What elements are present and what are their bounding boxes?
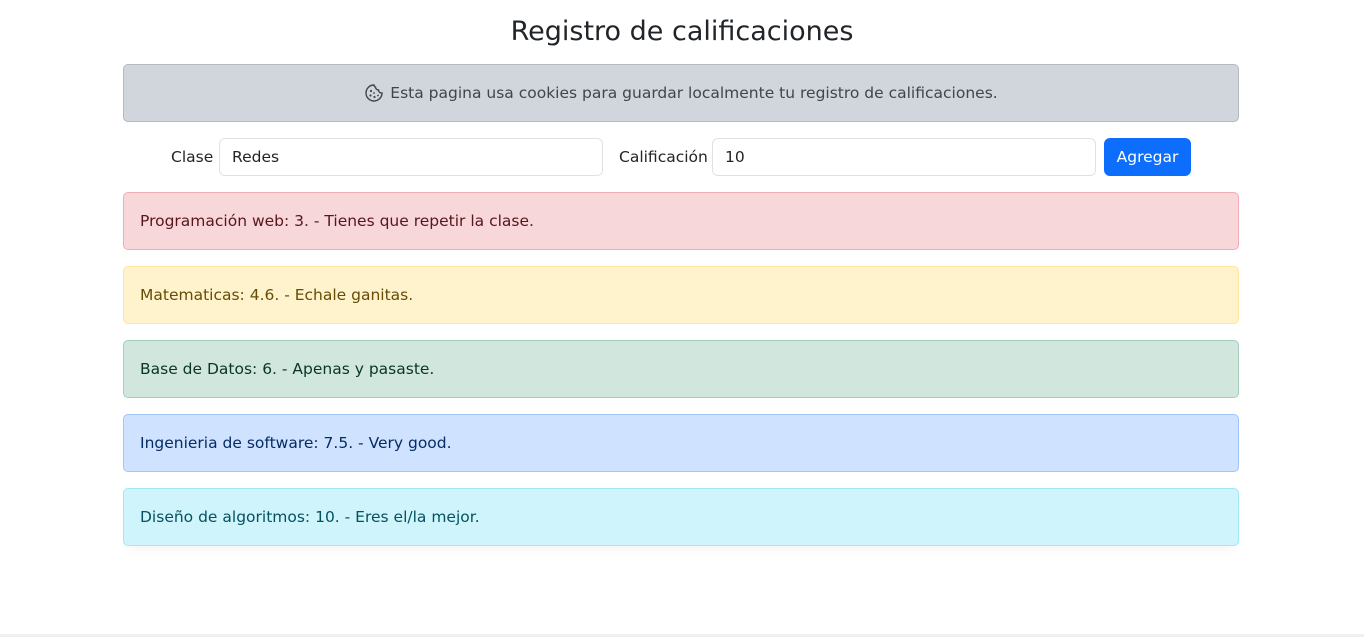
page: Registro de calificaciones Esta pagina u… bbox=[0, 0, 1364, 637]
calificacion-label: Calificación bbox=[619, 148, 708, 166]
cookie-notice: Esta pagina usa cookies para guardar loc… bbox=[123, 64, 1239, 122]
cookie-icon bbox=[364, 83, 384, 103]
calificacion-input[interactable] bbox=[712, 138, 1096, 176]
grade-item: Ingenieria de software: 7.5. - Very good… bbox=[123, 414, 1239, 472]
grade-item-text: Base de Datos: 6. - Apenas y pasaste. bbox=[140, 360, 435, 378]
grade-item: Programación web: 3. - Tienes que repeti… bbox=[123, 192, 1239, 250]
add-button[interactable]: Agregar bbox=[1104, 138, 1191, 176]
grade-form: Clase Calificación Agregar bbox=[171, 138, 1201, 176]
grades-list: Programación web: 3. - Tienes que repeti… bbox=[123, 192, 1239, 562]
grade-item-text: Programación web: 3. - Tienes que repeti… bbox=[140, 212, 534, 230]
cookie-notice-text: Esta pagina usa cookies para guardar loc… bbox=[390, 84, 998, 102]
grade-item: Base de Datos: 6. - Apenas y pasaste. bbox=[123, 340, 1239, 398]
page-title: Registro de calificaciones bbox=[510, 16, 854, 47]
grade-item: Diseño de algoritmos: 10. - Eres el/la m… bbox=[123, 488, 1239, 546]
clase-label: Clase bbox=[171, 148, 214, 166]
grade-item: Matematicas: 4.6. - Echale ganitas. bbox=[123, 266, 1239, 324]
grade-item-text: Ingenieria de software: 7.5. - Very good… bbox=[140, 434, 452, 452]
clase-input[interactable] bbox=[219, 138, 603, 176]
grade-item-text: Matematicas: 4.6. - Echale ganitas. bbox=[140, 286, 414, 304]
grade-item-text: Diseño de algoritmos: 10. - Eres el/la m… bbox=[140, 508, 480, 526]
